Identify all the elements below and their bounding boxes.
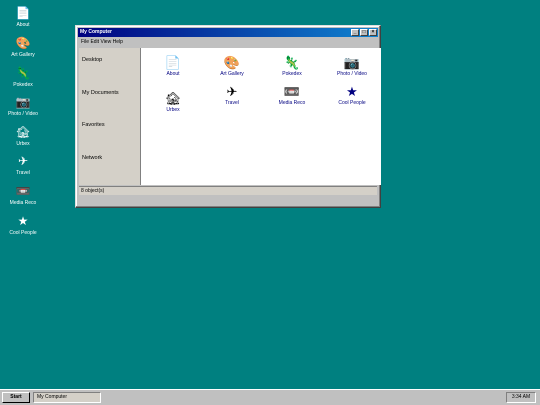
desktop-icon-label: Photo / Video (8, 111, 38, 117)
file-item-pokedex[interactable]: 🦎 Pokedex (268, 55, 316, 77)
file-item-art-gallery[interactable]: 🎨 Art Gallery (208, 55, 256, 77)
maximize-button[interactable]: □ (360, 29, 368, 36)
file-view: 📄 About 🎨 Art Gallery 🦎 Pokedex 📷 Photo … (140, 48, 381, 185)
star-icon: ★ (17, 214, 29, 228)
file-label: About (166, 71, 180, 77)
file-label: Travel (225, 100, 239, 106)
desktop-icon-about[interactable]: 📄 About (2, 6, 44, 32)
file-item-cool-people[interactable]: ★ Cool People (328, 84, 376, 106)
window-titlebar[interactable]: My Computer _ □ × (78, 28, 378, 37)
camera-icon: 📷 (15, 95, 31, 109)
palette-icon: 🎨 (15, 36, 31, 50)
minimize-button[interactable]: _ (351, 29, 359, 36)
sidebar-item-my-documents[interactable]: My Documents (82, 90, 119, 96)
sidebar-item-favorites[interactable]: Favorites (82, 122, 105, 128)
cassette-icon: 📼 (15, 184, 31, 198)
desktop-icon-cool-people[interactable]: ★ Cool People (2, 214, 44, 240)
taskbar-item-my-computer[interactable]: My Computer (33, 392, 101, 403)
my-computer-window: My Computer _ □ × File Edit View Help De… (75, 25, 381, 208)
airplane-icon: ✈ (226, 84, 238, 99)
house-icon: 🏚 (15, 125, 31, 139)
document-icon: 📄 (15, 6, 31, 20)
folder-sidebar: Desktop My Documents Favorites Network (79, 48, 140, 185)
close-button[interactable]: × (369, 29, 377, 36)
desktop-icon-label: About (16, 22, 30, 28)
desktop-icon-media-reco[interactable]: 📼 Media Reco (2, 184, 44, 210)
file-label: Pokedex (282, 71, 302, 77)
file-item-urbex[interactable]: 🏚 Urbex (149, 91, 197, 113)
desktop-icon-label: Cool People (9, 230, 37, 236)
file-label: Urbex (166, 107, 180, 113)
file-label: Media Reco (278, 100, 306, 106)
cassette-icon: 📼 (283, 84, 301, 99)
desktop-icon-travel[interactable]: ✈ Travel (2, 154, 44, 180)
desktop-icon-label: Pokedex (13, 82, 33, 88)
camera-icon: 📷 (343, 55, 361, 70)
sidebar-item-network[interactable]: Network (82, 155, 102, 161)
file-label: Photo / Video (337, 71, 367, 77)
desktop-icon-label: Media Reco (9, 200, 37, 206)
desktop-icon-label: Art Gallery (11, 52, 35, 58)
taskbar-clock: 3:34 AM (506, 392, 536, 403)
file-item-travel[interactable]: ✈ Travel (208, 84, 256, 106)
sidebar-item-desktop[interactable]: Desktop (82, 57, 102, 63)
taskbar: Start My Computer 3:34 AM (0, 389, 540, 405)
desktop-icon-urbex[interactable]: 🏚 Urbex (2, 125, 44, 151)
palette-icon: 🎨 (223, 55, 241, 70)
desktop-icon-art-gallery[interactable]: 🎨 Art Gallery (2, 36, 44, 62)
house-icon: 🏚 (164, 91, 182, 106)
desktop-icon-label: Travel (16, 170, 30, 176)
star-icon: ★ (346, 84, 358, 99)
status-bar: 8 object(s) (79, 186, 377, 195)
airplane-icon: ✈ (17, 154, 29, 168)
document-icon: 📄 (164, 55, 182, 70)
lizard-icon: 🦎 (15, 66, 31, 80)
menu-bar[interactable]: File Edit View Help (79, 38, 377, 47)
file-item-about[interactable]: 📄 About (149, 55, 197, 77)
file-item-photo-video[interactable]: 📷 Photo / Video (328, 55, 376, 77)
start-button[interactable]: Start (2, 392, 30, 403)
file-label: Art Gallery (220, 71, 244, 77)
desktop-icon-photo-video[interactable]: 📷 Photo / Video (2, 95, 44, 121)
lizard-icon: 🦎 (283, 55, 301, 70)
file-item-media-reco[interactable]: 📼 Media Reco (268, 84, 316, 106)
desktop-icon-label: Urbex (16, 141, 30, 147)
window-title: My Computer (80, 29, 112, 35)
desktop-icon-pokedex[interactable]: 🦎 Pokedex (2, 66, 44, 92)
file-label: Cool People (338, 100, 366, 106)
